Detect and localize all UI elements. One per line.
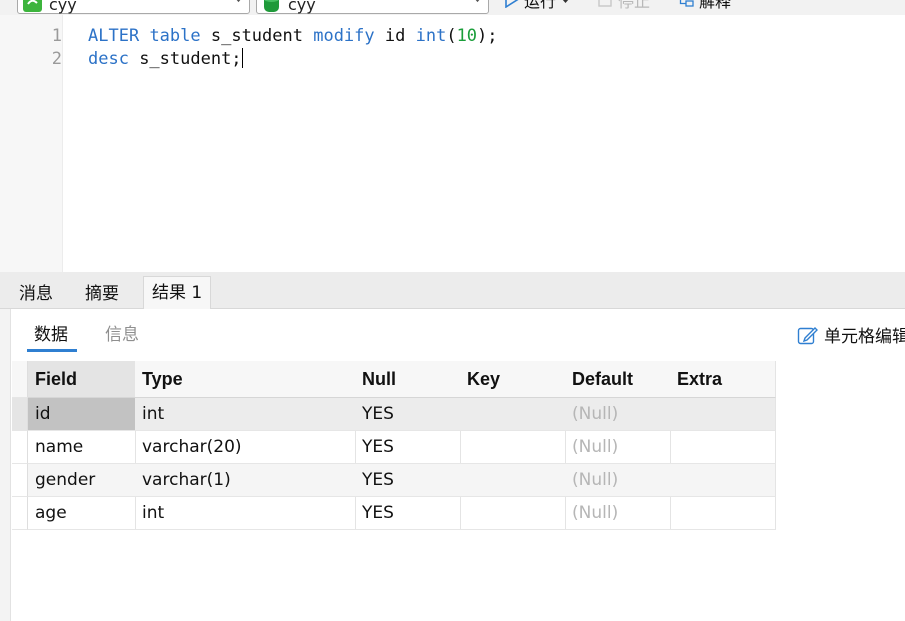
chevron-down-icon	[475, 0, 480, 3]
database-value: cyy	[288, 0, 316, 14]
table-cell[interactable]: YES	[355, 497, 461, 530]
run-button[interactable]: 运行	[503, 0, 570, 11]
stop-label: 停止	[618, 0, 651, 11]
sql-editor[interactable]: 1 2 ALTER table s_student modify id int(…	[0, 15, 905, 272]
table-cell[interactable]: YES	[355, 464, 461, 497]
subtab-data[interactable]: 数据	[34, 323, 68, 347]
text-cursor	[241, 48, 243, 68]
table-cell[interactable]: gender	[28, 464, 136, 497]
query-toolbar: cyy cyy 运行 停止 解释	[0, 0, 905, 15]
editor-margin	[0, 15, 11, 272]
table-cell[interactable]	[460, 497, 566, 530]
table-cell[interactable]	[670, 431, 776, 464]
column-header-key[interactable]: Key	[460, 361, 566, 398]
row-header[interactable]	[12, 464, 28, 497]
table-cell[interactable]: id	[28, 398, 136, 431]
result-content: 数据 信息 单元格编辑 Field Type Null Key Default …	[10, 309, 905, 621]
table-cell[interactable]: (Null)	[565, 497, 671, 530]
stop-button[interactable]: 停止	[597, 0, 650, 11]
subtab-info[interactable]: 信息	[105, 323, 139, 347]
line-number-gutter: 1 2	[11, 15, 63, 272]
table-cell[interactable]: name	[28, 431, 136, 464]
line-number: 2	[51, 49, 62, 69]
table-row[interactable]: age int YES (Null)	[12, 497, 776, 530]
table-cell[interactable]: YES	[355, 431, 461, 464]
table-row[interactable]: id int YES (Null)	[12, 398, 776, 431]
table-cell[interactable]	[670, 398, 776, 431]
row-header	[12, 361, 28, 398]
row-header[interactable]	[12, 398, 28, 431]
line-number: 1	[51, 26, 62, 46]
chevron-down-icon	[236, 0, 241, 3]
cell-edit-button[interactable]: 单元格编辑	[797, 322, 905, 347]
table-cell[interactable]	[670, 497, 776, 530]
column-header-default[interactable]: Default	[565, 361, 671, 398]
database-icon	[264, 0, 279, 12]
row-header[interactable]	[12, 497, 28, 530]
play-icon	[505, 0, 519, 8]
table-header: Field Type Null Key Default Extra	[12, 361, 776, 398]
result-pane: 消息 摘要 结果 1 数据 信息 单元格编辑 Field Type Null K…	[0, 272, 905, 621]
table-cell[interactable]	[460, 398, 566, 431]
tab-result-1[interactable]: 结果 1	[143, 276, 212, 309]
table-cell[interactable]: (Null)	[565, 398, 671, 431]
explain-icon	[679, 0, 694, 7]
table-cell[interactable]: (Null)	[565, 431, 671, 464]
tab-messages[interactable]: 消息	[11, 280, 61, 308]
explain-button[interactable]: 解释	[676, 0, 731, 11]
active-subtab-indicator	[27, 349, 77, 352]
row-header[interactable]	[12, 431, 28, 464]
cell-edit-label: 单元格编辑	[824, 327, 905, 347]
tab-summary[interactable]: 摘要	[77, 280, 127, 308]
table-cell[interactable]: (Null)	[565, 464, 671, 497]
table-cell[interactable]	[460, 431, 566, 464]
connection-value: cyy	[49, 0, 77, 14]
table-cell[interactable]: YES	[355, 398, 461, 431]
table-cell[interactable]: age	[28, 497, 136, 530]
column-header-null[interactable]: Null	[355, 361, 461, 398]
connection-icon	[23, 0, 42, 12]
table-cell[interactable]: int	[135, 398, 356, 431]
table-cell[interactable]	[670, 464, 776, 497]
connection-select[interactable]: cyy	[17, 0, 250, 14]
column-header-type[interactable]: Type	[135, 361, 356, 398]
code-line-1[interactable]: ALTER table s_student modify id int(10);	[88, 25, 498, 47]
table-cell[interactable]: varchar(1)	[135, 464, 356, 497]
column-header-field[interactable]: Field	[28, 361, 136, 398]
caret-down-icon	[563, 0, 568, 3]
column-header-extra[interactable]: Extra	[670, 361, 776, 398]
code-line-2[interactable]: desc s_student;	[88, 48, 243, 70]
explain-label: 解释	[699, 0, 732, 11]
database-select[interactable]: cyy	[256, 0, 489, 14]
table-cell[interactable]: varchar(20)	[135, 431, 356, 464]
table-cell[interactable]: int	[135, 497, 356, 530]
stop-icon	[598, 0, 612, 7]
table-row[interactable]: gender varchar(1) YES (Null)	[12, 464, 776, 497]
table-row[interactable]: name varchar(20) YES (Null)	[12, 431, 776, 464]
edit-pencil-icon	[797, 326, 818, 344]
run-label: 运行	[524, 0, 557, 11]
table-cell[interactable]	[460, 464, 566, 497]
result-tabs: 消息 摘要 结果 1	[0, 272, 905, 309]
